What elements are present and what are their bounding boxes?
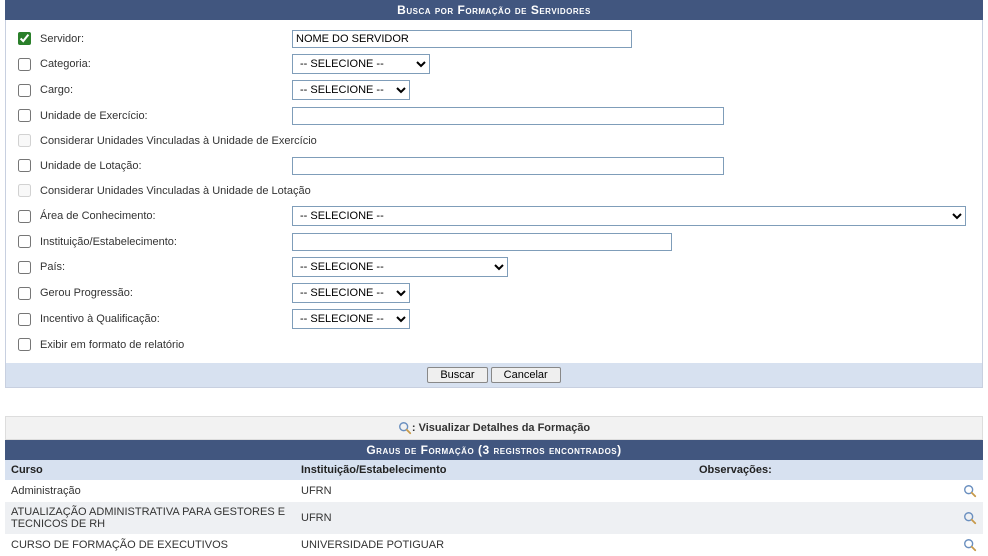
col-inst: Instituição/Estabelecimento (295, 460, 693, 480)
checkbox-servidor[interactable] (18, 32, 31, 45)
cell-curso: CURSO DE FORMAÇÃO DE EXECUTIVOS (5, 534, 295, 556)
button-bar: Buscar Cancelar (6, 363, 982, 387)
row-categoria: Categoria: -- SELECIONE -- (6, 51, 982, 77)
checkbox-considerar-lotacao (18, 184, 31, 197)
row-unidade-lotacao: Unidade de Lotação: (6, 153, 982, 178)
buscar-button[interactable]: Buscar (427, 367, 487, 383)
results-header-row: Curso Instituição/Estabelecimento Observ… (5, 460, 983, 480)
row-incentivo: Incentivo à Qualificação: -- SELECIONE -… (6, 306, 982, 332)
cell-inst: UFRN (295, 502, 693, 534)
checkbox-unidade-exercicio[interactable] (18, 109, 31, 122)
label-relatorio: Exibir em formato de relatório (36, 339, 184, 351)
checkbox-pais[interactable] (18, 261, 31, 274)
row-servidor: Servidor: (6, 26, 982, 51)
label-area: Área de Conhecimento: (36, 210, 292, 222)
info-bar: : Visualizar Detalhes da Formação (5, 416, 983, 440)
label-progressao: Gerou Progressão: (36, 287, 292, 299)
input-unidade-lotacao[interactable] (292, 157, 724, 175)
checkbox-categoria[interactable] (18, 58, 31, 71)
results-table: Curso Instituição/Estabelecimento Observ… (5, 460, 983, 556)
form-title: Busca por Formação de Servidores (5, 0, 983, 20)
cell-inst: UNIVERSIDADE POTIGUAR (295, 534, 693, 556)
label-unidade-exercicio: Unidade de Exercício: (36, 110, 292, 122)
checkbox-progressao[interactable] (18, 287, 31, 300)
view-details-icon[interactable] (963, 511, 977, 525)
row-unidade-exercicio: Unidade de Exercício: (6, 103, 982, 128)
cell-curso: Administração (5, 480, 295, 502)
select-area[interactable]: -- SELECIONE -- (292, 206, 966, 226)
col-view (953, 460, 983, 480)
cell-inst: UFRN (295, 480, 693, 502)
table-row: AdministraçãoUFRN (5, 480, 983, 502)
select-categoria[interactable]: -- SELECIONE -- (292, 54, 430, 74)
label-categoria: Categoria: (36, 58, 292, 70)
input-unidade-exercicio[interactable] (292, 107, 724, 125)
checkbox-unidade-lotacao[interactable] (18, 159, 31, 172)
checkbox-incentivo[interactable] (18, 313, 31, 326)
label-pais: País: (36, 261, 292, 273)
cell-obs (693, 502, 953, 534)
label-considerar-lotacao: Considerar Unidades Vinculadas à Unidade… (36, 185, 311, 197)
search-form: Servidor: Categoria: -- SELECIONE -- Car… (5, 20, 983, 388)
view-details-icon[interactable] (963, 538, 977, 552)
cell-obs (693, 480, 953, 502)
input-servidor[interactable] (292, 30, 632, 48)
view-details-icon[interactable] (963, 484, 977, 498)
checkbox-area[interactable] (18, 210, 31, 223)
checkbox-relatorio[interactable] (18, 338, 31, 351)
input-instituicao[interactable] (292, 233, 672, 251)
row-relatorio: Exibir em formato de relatório (6, 332, 982, 357)
row-considerar-exercicio: Considerar Unidades Vinculadas à Unidade… (6, 128, 982, 153)
row-considerar-lotacao: Considerar Unidades Vinculadas à Unidade… (6, 178, 982, 203)
label-servidor: Servidor: (36, 33, 292, 45)
checkbox-considerar-exercicio (18, 134, 31, 147)
select-cargo[interactable]: -- SELECIONE -- (292, 80, 410, 100)
row-instituicao: Instituição/Estabelecimento: (6, 229, 982, 254)
row-progressao: Gerou Progressão: -- SELECIONE -- (6, 280, 982, 306)
label-unidade-lotacao: Unidade de Lotação: (36, 160, 292, 172)
table-row: CURSO DE FORMAÇÃO DE EXECUTIVOSUNIVERSID… (5, 534, 983, 556)
col-curso: Curso (5, 460, 295, 480)
cancelar-button[interactable]: Cancelar (491, 367, 561, 383)
magnifier-icon (398, 421, 412, 435)
results-title: Graus de Formação (3 registros encontrad… (5, 440, 983, 460)
row-area: Área de Conhecimento: -- SELECIONE -- (6, 203, 982, 229)
checkbox-cargo[interactable] (18, 84, 31, 97)
row-cargo: Cargo: -- SELECIONE -- (6, 77, 982, 103)
checkbox-instituicao[interactable] (18, 235, 31, 248)
select-progressao[interactable]: -- SELECIONE -- (292, 283, 410, 303)
cell-obs (693, 534, 953, 556)
label-instituicao: Instituição/Estabelecimento: (36, 236, 292, 248)
label-considerar-exercicio: Considerar Unidades Vinculadas à Unidade… (36, 135, 317, 147)
table-row: ATUALIZAÇÃO ADMINISTRATIVA PARA GESTORES… (5, 502, 983, 534)
label-cargo: Cargo: (36, 84, 292, 96)
label-incentivo: Incentivo à Qualificação: (36, 313, 292, 325)
select-incentivo[interactable]: -- SELECIONE -- (292, 309, 410, 329)
select-pais[interactable]: -- SELECIONE -- (292, 257, 508, 277)
info-bar-text: : Visualizar Detalhes da Formação (412, 422, 590, 434)
col-obs: Observações: (693, 460, 953, 480)
row-pais: País: -- SELECIONE -- (6, 254, 982, 280)
cell-curso: ATUALIZAÇÃO ADMINISTRATIVA PARA GESTORES… (5, 502, 295, 534)
